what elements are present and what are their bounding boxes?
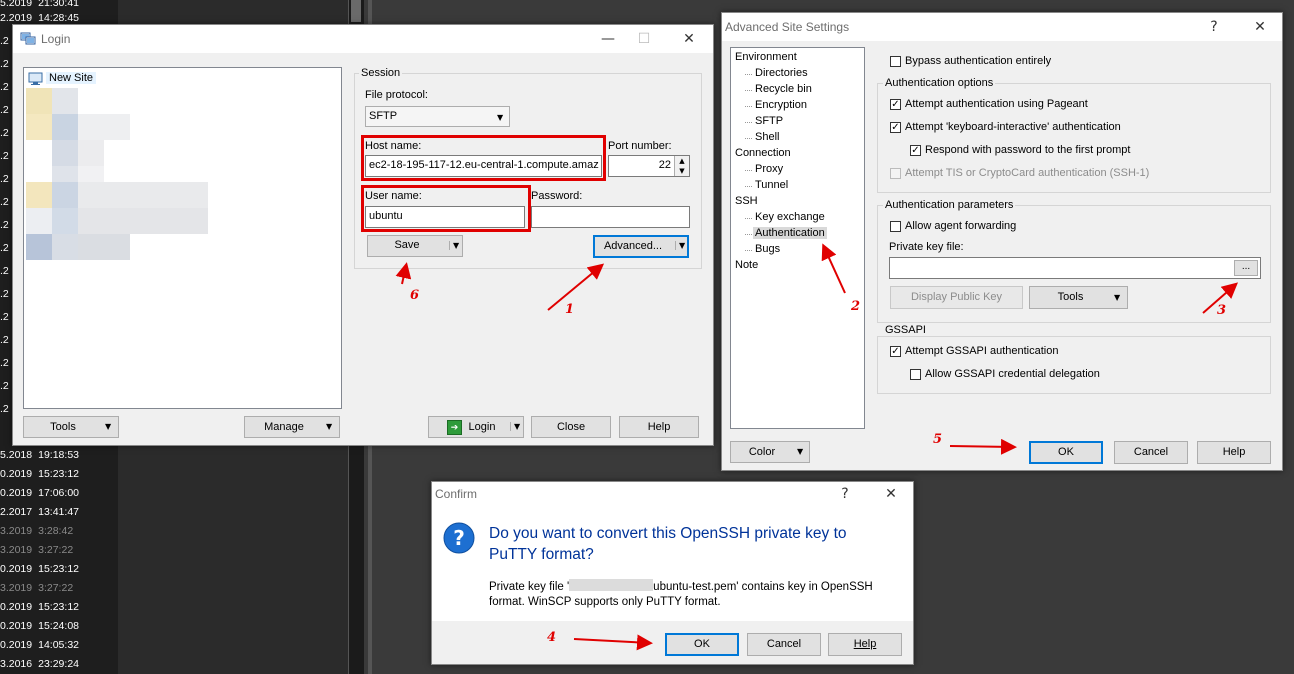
annotation-step-4: 4 bbox=[547, 630, 557, 645]
arrow-step-6 bbox=[395, 262, 412, 285]
arrow-step-4 bbox=[573, 634, 653, 651]
annotation-step-2: 2 bbox=[851, 299, 861, 314]
annotation-step-3: 3 bbox=[1217, 303, 1227, 318]
annotation-step-1: 1 bbox=[565, 302, 575, 317]
annotation-arrows bbox=[395, 243, 1239, 651]
arrow-step-2 bbox=[821, 243, 846, 294]
arrow-step-1 bbox=[547, 263, 605, 311]
arrow-step-5 bbox=[949, 438, 1017, 455]
annotation-step-5: 5 bbox=[933, 432, 943, 447]
annotation-step-6: 6 bbox=[410, 288, 420, 303]
